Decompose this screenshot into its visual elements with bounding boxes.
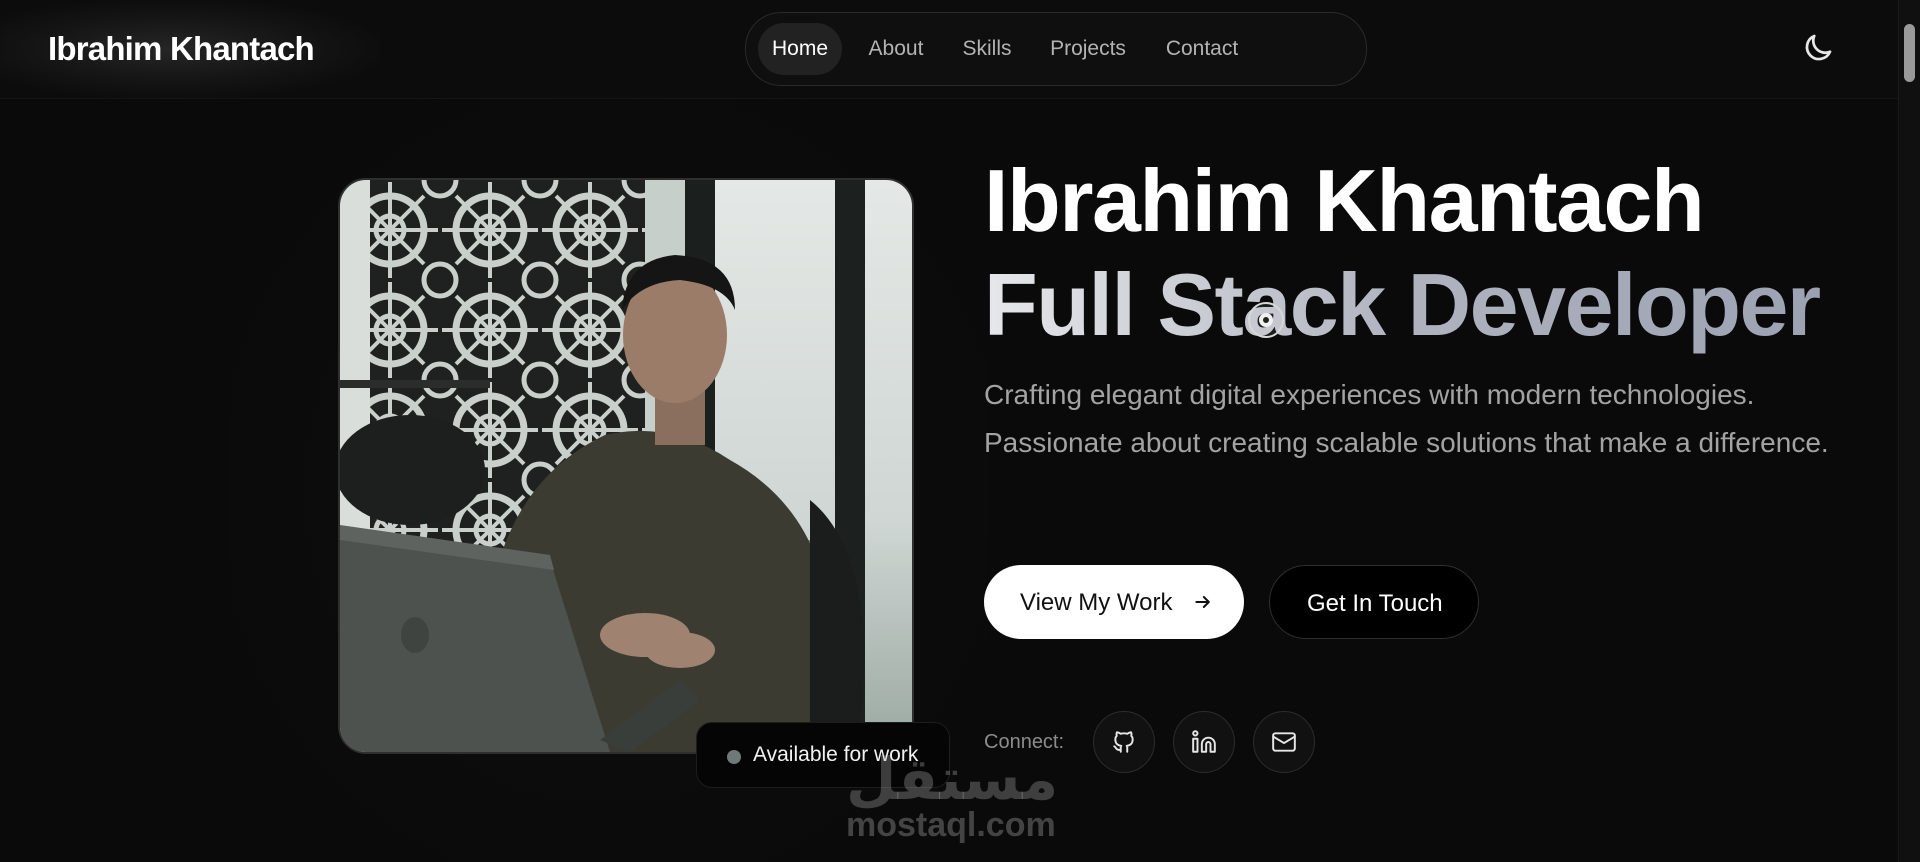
watermark-latin: mostaql.com [846,806,1056,844]
theme-toggle-button[interactable] [1800,30,1836,66]
arrow-right-icon [1195,596,1210,608]
github-link[interactable] [1093,711,1155,773]
main-nav: Home About Skills Projects Contact [745,12,1367,86]
brand-logo[interactable]: Ibrahim Khantach [48,30,315,68]
linkedin-icon [1192,730,1216,753]
github-icon [1113,731,1134,753]
hero-role: Full Stack Developer [984,255,1821,354]
moon-icon [1805,34,1832,61]
scrollbar-thumb[interactable] [1904,24,1915,82]
site-header: Ibrahim Khantach Home About Skills Proje… [0,0,1898,99]
scrollbar[interactable] [1898,0,1920,862]
nav-contact[interactable]: Contact [1150,23,1254,75]
hero-tagline: Crafting elegant digital experiences wit… [984,379,1829,458]
linkedin-link[interactable] [1173,711,1235,773]
email-link[interactable] [1253,711,1315,773]
profile-photo [338,178,914,754]
get-in-touch-label: Get In Touch [1307,590,1443,617]
nav-about[interactable]: About [856,23,936,75]
nav-home[interactable]: Home [758,23,842,75]
status-dot [727,750,741,764]
hero-name: Ibrahim Khantach [984,151,1705,250]
view-my-work-button[interactable]: View My Work [984,565,1244,639]
nav-projects[interactable]: Projects [1036,23,1140,75]
page: Ibrahim Khantach Home About Skills Proje… [0,0,1898,862]
nav-skills[interactable]: Skills [950,23,1024,75]
view-my-work-label: View My Work [1020,589,1173,616]
mail-icon [1272,732,1296,752]
get-in-touch-button[interactable]: Get In Touch [1269,565,1479,639]
watermark-arabic: مستقل [846,747,1059,812]
mouse-cursor-icon [1248,302,1284,338]
